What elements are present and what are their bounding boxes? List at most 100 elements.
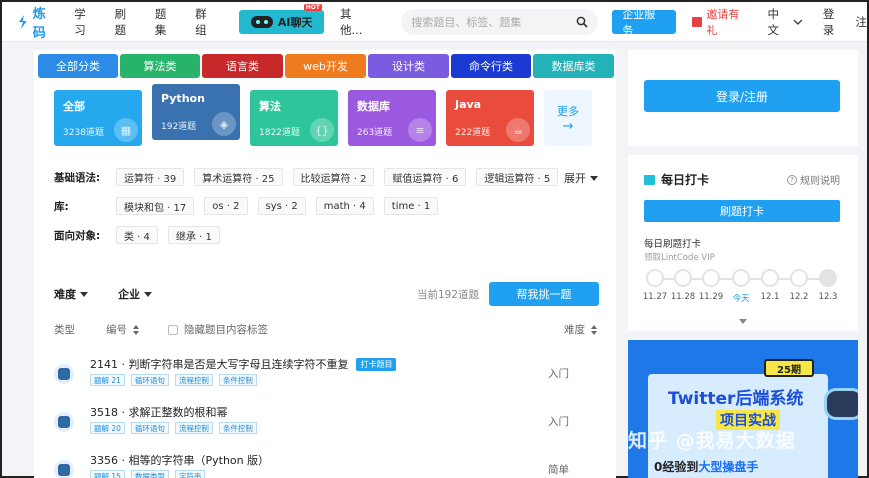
tile-more[interactable]: 更多 →	[544, 90, 592, 146]
question-tag[interactable]: 条件控制	[218, 374, 257, 386]
table-row[interactable]: 3518 · 求解正整数的根和幂 题解 20 循环语句 流程控制 条件控制 入门	[54, 404, 599, 444]
rules-link[interactable]: ? 规则说明	[787, 172, 840, 187]
tag-chip[interactable]: 模块和包 · 17	[116, 197, 195, 215]
enterprise-service-button[interactable]: 企业服务	[612, 8, 676, 37]
tag-chip[interactable]: 算术运算符 · 25	[194, 168, 283, 186]
hide-tags-toggle[interactable]: 隐藏题目内容标签	[168, 322, 268, 337]
question-title[interactable]: 3518 · 求解正整数的根和幂	[90, 404, 227, 420]
question-title-wrap: 3518 · 求解正整数的根和幂	[90, 404, 227, 420]
expand-toggle[interactable]: 展开	[564, 170, 598, 186]
promo-banner[interactable]: 25期 Twitter后端系统 项目实战 知乎 @我易大数据 0经验到大型操盘手	[628, 340, 858, 478]
tile-python[interactable]: Python 192道题 ◈	[152, 84, 240, 140]
nav-practice[interactable]: 刷题	[115, 6, 137, 38]
search-input[interactable]: 搜索题目、标签、题集	[411, 14, 521, 30]
caret-down-icon	[80, 291, 88, 297]
search-icon[interactable]	[576, 16, 588, 28]
tag-chip[interactable]: 比较运算符 · 2	[292, 168, 375, 186]
chevron-down-icon	[793, 19, 803, 25]
category-tab[interactable]: 算法类	[120, 54, 200, 78]
tile-all[interactable]: 全部 3238道题 ▦	[54, 90, 142, 146]
header-number[interactable]: 编号	[106, 322, 168, 337]
question-tag[interactable]: 循环语句	[130, 422, 169, 434]
login-register-button[interactable]: 登录/注册	[644, 80, 840, 112]
login-link[interactable]: 登录	[823, 6, 846, 38]
grid-icon: ▦	[114, 118, 138, 142]
period-badge: 25期	[764, 359, 814, 377]
tag-chip[interactable]: time · 1	[383, 197, 439, 215]
checkin-title-text: 每日打卡	[661, 173, 710, 187]
tag-chip[interactable]: 类 · 4	[116, 226, 158, 244]
day-circle	[674, 269, 692, 287]
tag-chip[interactable]: sys · 2	[257, 197, 306, 215]
nav-problem-sets[interactable]: 题集	[155, 6, 177, 38]
problem-count: 当前192道题	[416, 288, 479, 301]
tile-name: Java	[455, 98, 482, 111]
checkin-title: 每日打卡	[644, 171, 709, 188]
question-title[interactable]: 3356 · 相等的字符串（Python 版）	[90, 452, 269, 468]
day-circle	[646, 269, 664, 287]
caret-down-icon	[590, 175, 598, 181]
header-difficulty[interactable]: 难度	[564, 322, 597, 337]
question-title-wrap: 3356 · 相等的字符串（Python 版）	[90, 452, 269, 468]
question-tag[interactable]: 字符串	[174, 470, 206, 478]
question-tag[interactable]: 循环语句	[130, 374, 169, 386]
python-icon	[54, 412, 74, 432]
category-tab[interactable]: 数据库类	[533, 54, 614, 78]
python-icon	[54, 364, 74, 384]
ai-chat-button[interactable]: AI聊天 HOT	[239, 3, 324, 34]
daily-checkin-card: 每日打卡 ? 规则说明 刷题打卡 每日刷题打卡 领取LintCode VIP 1…	[628, 155, 858, 331]
row-label: 基础语法:	[54, 171, 101, 184]
java-icon: ☕	[506, 118, 530, 142]
nav-groups[interactable]: 群组	[195, 6, 217, 38]
question-tag[interactable]: 题解 21	[90, 374, 125, 386]
checkin-badge: 打卡题目	[356, 357, 397, 371]
tag-chip[interactable]: os · 2	[204, 197, 248, 215]
caret-down-icon[interactable]	[739, 319, 747, 324]
tag-chip[interactable]: 赋值运算符 · 6	[384, 168, 467, 186]
question-tag[interactable]: 流程控制	[174, 374, 213, 386]
nav-more[interactable]: 其他...	[340, 6, 373, 38]
question-title[interactable]: 2141 · 判断字符串是否是大写字母且连续字符不重复	[90, 356, 348, 372]
nav-learn[interactable]: 学习	[74, 6, 96, 38]
robot-icon	[250, 15, 273, 28]
search-bar[interactable]: 搜索题目、标签、题集	[401, 8, 599, 35]
question-tag[interactable]: 条件控制	[218, 422, 257, 434]
table-row[interactable]: 3356 · 相等的字符串（Python 版） 题解 15 数据类型 字符串 简…	[54, 452, 599, 478]
question-tag[interactable]: 流程控制	[174, 422, 213, 434]
tag-chip[interactable]: math · 4	[315, 197, 374, 215]
category-tab[interactable]: web开发	[285, 54, 366, 78]
tag-chip[interactable]: 继承 · 1	[167, 226, 220, 244]
question-tag[interactable]: 数据类型	[130, 470, 169, 478]
hide-tags-label: 隐藏题目内容标签	[184, 324, 268, 336]
nav-links: 学习 刷题 题集 群组	[74, 6, 235, 38]
category-tab[interactable]: 全部分类	[38, 54, 118, 78]
logo[interactable]: 炼码	[16, 3, 58, 41]
company-filter[interactable]: 企业	[118, 286, 152, 302]
tile-java[interactable]: Java 222道题 ☕	[446, 90, 534, 146]
checkbox[interactable]	[168, 324, 178, 335]
table-row[interactable]: 2141 · 判断字符串是否是大写字母且连续字符不重复 打卡题目 题解 21 循…	[54, 356, 599, 396]
language-select[interactable]: 中文	[768, 6, 803, 38]
robot-mascot-icon	[824, 388, 858, 420]
banner-line-prefix: 0经验到	[654, 460, 699, 474]
question-tag[interactable]: 题解 15	[90, 470, 125, 478]
invite-label: 邀请有礼	[706, 7, 740, 37]
date-label: 12.2	[789, 292, 809, 302]
tile-database[interactable]: 数据库 263道题 ≡	[348, 90, 436, 146]
tag-chip[interactable]: 逻辑运算符 · 5	[476, 168, 559, 186]
question-tag[interactable]: 题解 20	[90, 422, 125, 434]
topic-tiles: 全部 3238道题 ▦ Python 192道题 ◈ 算法 1822道题 {} …	[54, 84, 602, 146]
header-number-label: 编号	[106, 324, 127, 336]
day-circle	[790, 269, 808, 287]
tile-algorithm[interactable]: 算法 1822道题 {}	[250, 90, 338, 146]
difficulty-filter[interactable]: 难度	[54, 286, 88, 302]
category-tab[interactable]: 设计类	[368, 54, 449, 78]
register-link[interactable]: 注	[856, 14, 868, 30]
category-tab[interactable]: 语言类	[202, 54, 283, 78]
pick-problem-button[interactable]: 帮我挑一题	[489, 282, 599, 306]
category-tab[interactable]: 命令行类	[451, 54, 531, 78]
checkin-button[interactable]: 刷题打卡	[644, 200, 840, 222]
tag-chip[interactable]: 运算符 · 39	[116, 168, 185, 186]
invite-link[interactable]: 邀请有礼	[691, 6, 750, 38]
day-circle[interactable]	[732, 269, 750, 287]
